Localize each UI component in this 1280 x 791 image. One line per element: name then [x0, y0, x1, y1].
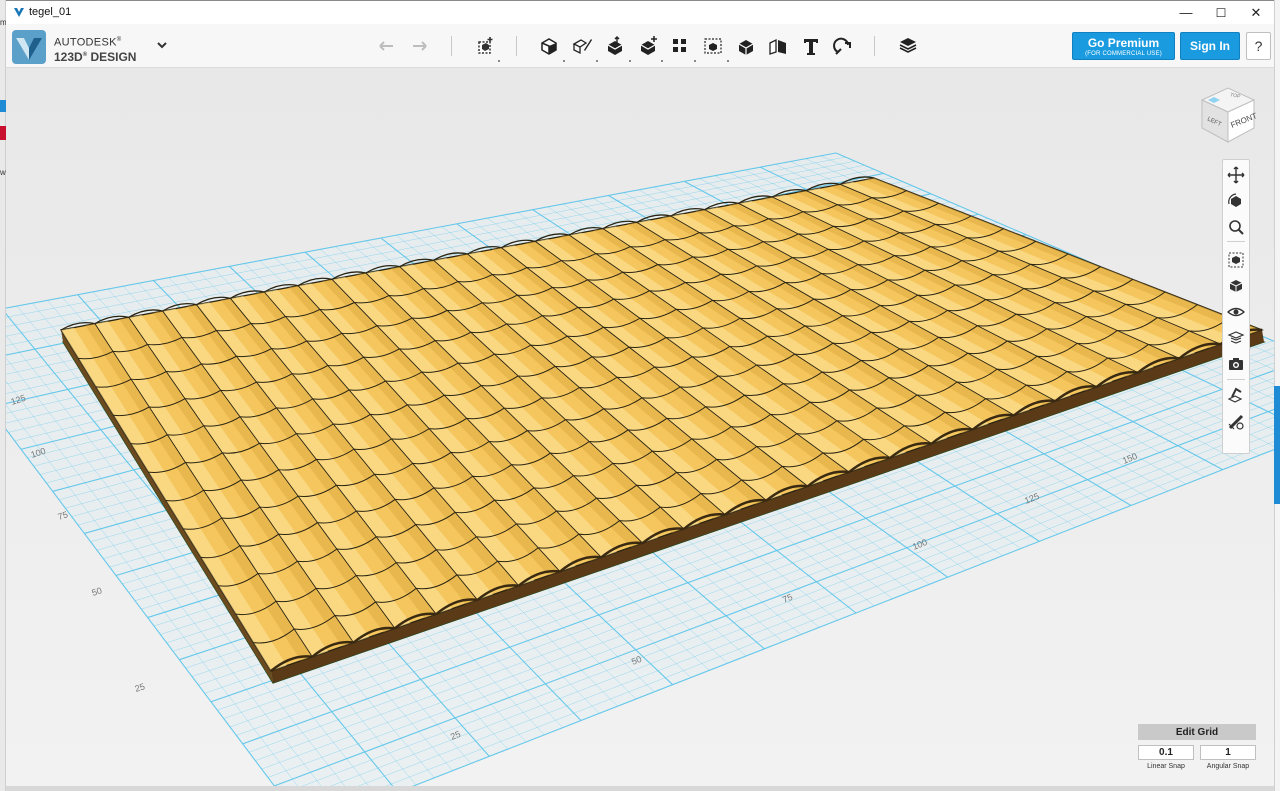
navbar-separator — [1227, 379, 1245, 380]
visibility-icon — [1227, 307, 1245, 317]
construct-icon — [607, 36, 623, 55]
pan-icon — [1227, 166, 1245, 184]
brand-product-suffix: DESIGN — [90, 49, 137, 64]
ruler-button[interactable] — [1226, 412, 1246, 432]
pattern-icon — [673, 39, 686, 52]
grouping-icon — [704, 38, 722, 54]
combine-button[interactable] — [734, 34, 758, 58]
linear-snap-input[interactable]: 0.1 — [1138, 745, 1194, 760]
primitives-button[interactable] — [537, 34, 561, 58]
right-window-edge — [1274, 0, 1280, 791]
zoom-button[interactable] — [1226, 217, 1246, 237]
measure-icon — [769, 38, 786, 55]
angular-snap-field: 1 Angular Snap — [1200, 745, 1256, 770]
toolbar-separator — [874, 36, 875, 56]
fit-icon — [1228, 252, 1244, 268]
minimize-button[interactable]: — — [1169, 1, 1203, 24]
view-cube[interactable]: TOP LEFT FRONT — [1196, 82, 1260, 146]
redo-button[interactable] — [407, 34, 431, 58]
linear-snap-field: 0.1 Linear Snap — [1138, 745, 1194, 770]
screenshot-button[interactable] — [1226, 354, 1246, 374]
sketch-icon — [572, 39, 592, 55]
view-mode-button[interactable] — [1226, 276, 1246, 296]
angular-snap-input[interactable]: 1 — [1200, 745, 1256, 760]
brand-product: 123D — [54, 49, 83, 64]
snap-tool-icon — [1227, 387, 1243, 403]
material-icon — [899, 38, 917, 53]
go-premium-button[interactable]: Go Premium (FOR COMMERCIAL USE) — [1072, 32, 1175, 60]
combine-icon — [738, 40, 754, 55]
linear-snap-label: Linear Snap — [1147, 763, 1185, 770]
fit-button[interactable] — [1226, 250, 1246, 270]
text-button[interactable] — [799, 34, 823, 58]
navigation-bar — [1222, 159, 1250, 454]
measure-button[interactable] — [766, 34, 790, 58]
view-mode-icon — [1229, 280, 1243, 292]
primitives-icon — [541, 38, 557, 55]
zoom-icon — [1229, 220, 1244, 235]
modify-icon — [640, 36, 657, 55]
angular-snap-label: Angular Snap — [1206, 763, 1250, 770]
edit-grid-button[interactable]: Edit Grid — [1138, 724, 1256, 740]
material-view-icon — [1227, 331, 1245, 344]
sign-in-button[interactable]: Sign In — [1180, 32, 1240, 60]
app-logo-icon — [14, 8, 24, 17]
bottom-border — [6, 786, 1274, 791]
transform-icon — [478, 37, 493, 54]
orbit-icon — [1228, 193, 1241, 207]
chevron-down-icon[interactable] — [156, 40, 168, 50]
navbar-separator — [1227, 241, 1245, 242]
modify-button[interactable] — [636, 34, 660, 58]
brand-registered-mark: ® — [116, 37, 122, 43]
orbit-button[interactable] — [1226, 191, 1246, 211]
title-bar: tegel_01 — ☐ ✕ — [6, 0, 1274, 24]
scroll-accent — [1274, 386, 1280, 504]
edit-grid-panel: Edit Grid 0.1 Linear Snap 1 Angular Snap — [1138, 724, 1256, 780]
3d-viewport[interactable]: 25 50 75 100 125 25 50 75 100 125 150 TOP LEFT FRO… — [6, 68, 1274, 786]
maximize-button[interactable]: ☐ — [1204, 1, 1238, 24]
redo-icon — [413, 41, 427, 51]
window-title: tegel_01 — [29, 6, 72, 18]
go-premium-sublabel: (FOR COMMERCIAL USE) — [1085, 51, 1162, 57]
material-view-button[interactable] — [1226, 328, 1246, 348]
scene-canvas[interactable]: 255075100125255075100125150 — [6, 68, 1274, 786]
toolbar-separator — [451, 36, 452, 56]
undo-icon — [379, 41, 393, 51]
grid-axis-label: 25 — [134, 681, 147, 694]
help-button[interactable]: ? — [1246, 32, 1271, 60]
brand-name[interactable]: AUTODESK® 123D® DESIGN — [54, 34, 136, 63]
close-button[interactable]: ✕ — [1239, 1, 1273, 24]
main-toolbar: AUTODESK® 123D® DESIGN Go Premium (FOR C… — [6, 24, 1274, 68]
snap-tool-button[interactable] — [1226, 386, 1246, 406]
go-premium-label: Go Premium — [1087, 36, 1160, 50]
pattern-button[interactable] — [668, 34, 692, 58]
transform-button[interactable] — [473, 34, 497, 58]
material-button[interactable] — [896, 34, 920, 58]
pan-button[interactable] — [1226, 165, 1246, 185]
visibility-button[interactable] — [1226, 302, 1246, 322]
snap-button[interactable] — [831, 34, 855, 58]
brand-company: AUTODESK — [54, 36, 117, 49]
grouping-button[interactable] — [701, 34, 725, 58]
text-icon — [804, 39, 818, 55]
ruler-icon — [1228, 414, 1244, 430]
autodesk-logo-icon[interactable] — [12, 30, 46, 64]
brand-product-registered-mark: ® — [82, 51, 88, 58]
app-window: m w tegel_01 — ☐ ✕ AUTODESK® 123D® DESIG… — [0, 0, 1280, 791]
screenshot-icon — [1229, 358, 1243, 370]
grid-axis-label: 50 — [91, 585, 104, 598]
toolbar-separator — [516, 36, 517, 56]
undo-button[interactable] — [375, 34, 399, 58]
construct-button[interactable] — [603, 34, 627, 58]
sketch-button[interactable] — [570, 34, 594, 58]
snap-icon — [833, 37, 851, 55]
